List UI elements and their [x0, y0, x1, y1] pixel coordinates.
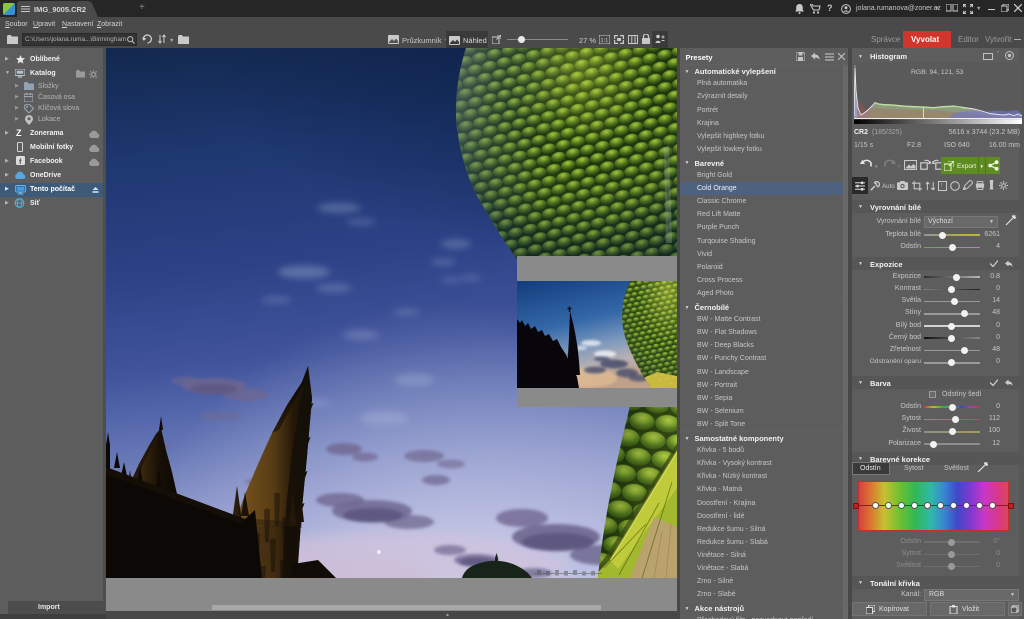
- svg-text:1:1: 1:1: [601, 38, 609, 44]
